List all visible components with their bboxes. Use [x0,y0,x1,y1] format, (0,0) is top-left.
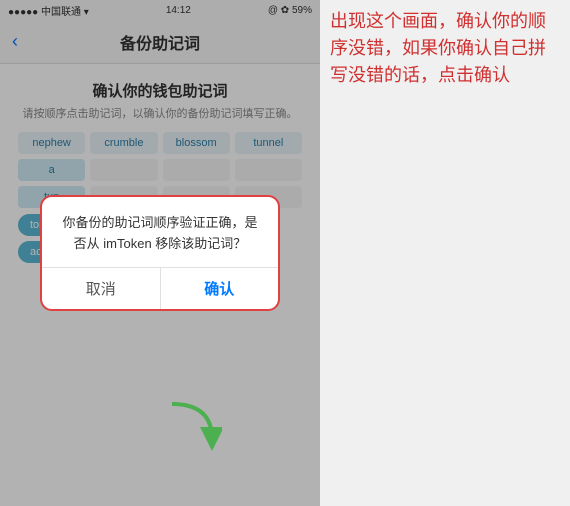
modal-dialog: 你备份的助记词顺序验证正确，是否从 imToken 移除该助记词？ 取消 确认 [40,195,280,311]
modal-ok-button[interactable]: 确认 [161,268,279,309]
green-arrow-icon [162,394,222,454]
annotation-text: 出现这个画面，确认你的顺序没错，如果你确认自己拼写没错的话，点击确认 [330,8,560,89]
modal-body: 你备份的助记词顺序验证正确，是否从 imToken 移除该助记词？ [42,197,278,267]
modal-overlay: 你备份的助记词顺序验证正确，是否从 imToken 移除该助记词？ 取消 确认 [0,0,320,506]
modal-text: 你备份的助记词顺序验证正确，是否从 imToken 移除该助记词？ [58,213,262,255]
modal-actions: 取消 确认 [42,267,278,309]
phone-screen: ●●●●● 中国联通 ▾ 14:12 @ ✿ 59% ‹ 备份助记词 确认你的钱… [0,0,320,506]
annotation-panel: 出现这个画面，确认你的顺序没错，如果你确认自己拼写没错的话，点击确认 [320,0,570,506]
modal-cancel-button[interactable]: 取消 [42,268,161,309]
